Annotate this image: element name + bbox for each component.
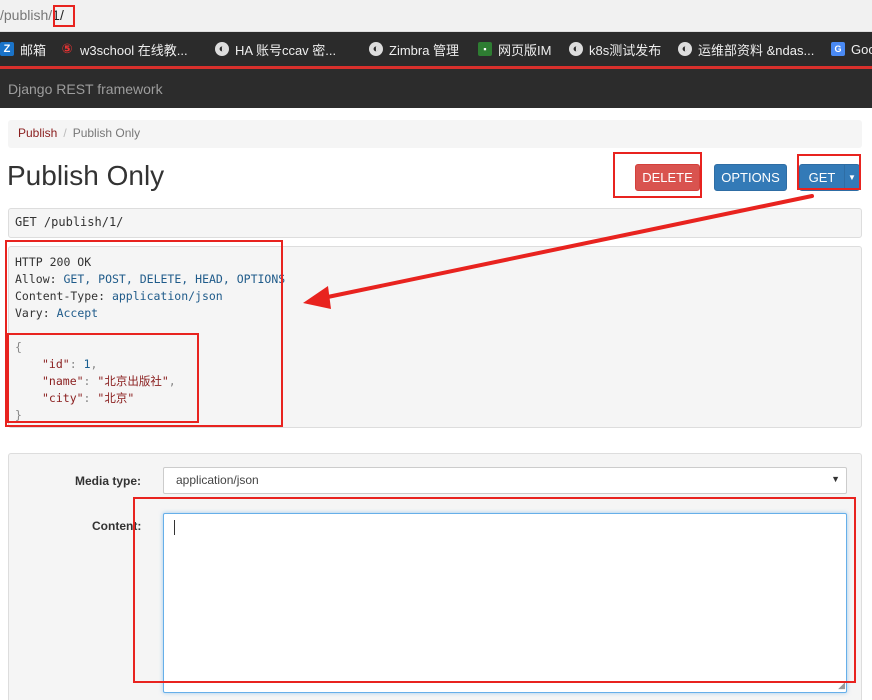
bookmark-im[interactable]: ▪ 网页版IM	[478, 32, 551, 66]
request-method: GET	[15, 215, 37, 229]
google-translate-icon: G	[831, 42, 845, 56]
address-bar[interactable]: /publish/1/	[0, 0, 872, 32]
globe-icon: ◐	[369, 42, 383, 56]
navbar: Django REST framework	[0, 69, 872, 108]
annotation-box-get	[797, 154, 861, 190]
bookmark-ops[interactable]: ◐ 运维部资料 &ndas...	[678, 32, 814, 66]
bookmark-w3school[interactable]: ⑤ w3school 在线教...	[60, 32, 188, 66]
options-button[interactable]: OPTIONS	[714, 164, 787, 191]
annotation-box-json	[7, 333, 199, 423]
zimbra-z-icon: Z	[0, 42, 14, 56]
globe-icon: ◐	[678, 42, 692, 56]
w3school-icon: ⑤	[61, 41, 73, 56]
bookmark-label: 网页版IM	[498, 42, 552, 58]
bookmarks-bar: Z 邮箱 ⑤ w3school 在线教... ◐ HA 账号ccav 密... …	[0, 32, 872, 66]
annotation-box-delete	[613, 152, 702, 198]
media-type-select[interactable]: application/json ▼	[163, 467, 847, 494]
globe-icon: ◐	[569, 42, 583, 56]
bookmark-ha[interactable]: ◐ HA 账号ccav 密...	[215, 32, 336, 66]
im-icon: ▪	[478, 42, 492, 56]
page-title: Publish Only	[7, 160, 165, 191]
bookmark-label: 邮箱	[20, 42, 47, 58]
request-path: /publish/1/	[43, 215, 124, 229]
url-prefix: /publish/	[0, 7, 53, 23]
bookmark-google[interactable]: G Goo	[831, 32, 872, 66]
bookmark-label: Zimbra 管理	[389, 42, 460, 58]
annotation-box-url-id	[53, 5, 75, 27]
bookmark-label: HA 账号ccav 密...	[235, 42, 337, 58]
breadcrumb-link-publish[interactable]: Publish	[18, 126, 57, 140]
navbar-brand[interactable]: Django REST framework	[8, 81, 163, 97]
bookmark-label: w3school 在线教...	[80, 42, 188, 58]
bookmark-label: k8s测试发布	[589, 42, 662, 58]
breadcrumb-current: Publish Only	[72, 126, 141, 140]
media-type-value: application/json	[176, 473, 259, 487]
bookmark-zimbra[interactable]: ◐ Zimbra 管理	[369, 32, 459, 66]
bookmark-label: Goo	[851, 41, 872, 57]
annotation-box-content	[133, 497, 856, 683]
bookmark-mail[interactable]: Z 邮箱	[0, 32, 46, 66]
media-type-label: Media type:	[75, 474, 142, 488]
breadcrumb: Publish / Publish Only	[8, 120, 862, 148]
bookmark-k8s[interactable]: ◐ k8s测试发布	[569, 32, 661, 66]
breadcrumb-separator: /	[63, 126, 67, 140]
globe-icon: ◐	[215, 42, 229, 56]
request-info: GET /publish/1/	[8, 208, 862, 238]
chevron-down-icon: ▼	[831, 474, 840, 484]
bookmark-label: 运维部资料 &ndas...	[698, 42, 815, 58]
